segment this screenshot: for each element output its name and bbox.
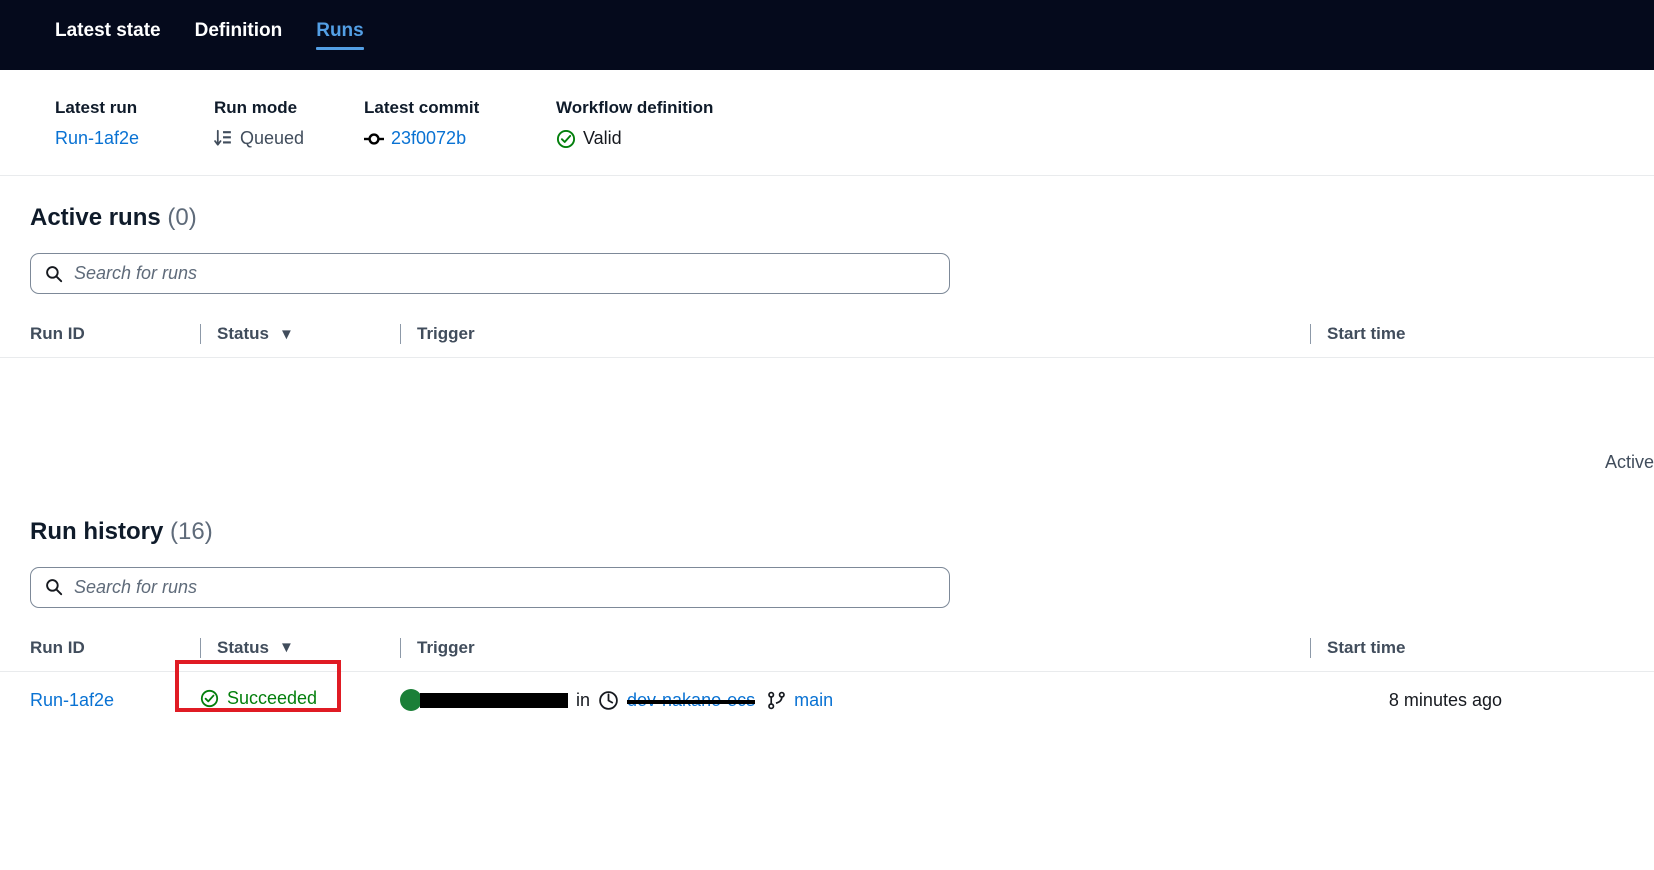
column-divider [200, 637, 201, 658]
run-history-header-row: Run ID Status ▼ Trigger Start time [0, 625, 1654, 672]
run-history-title: Run history (16) [0, 518, 1654, 546]
active-col-trigger-label: Trigger [417, 324, 475, 343]
trigger-in-label: in [576, 689, 591, 710]
summary-latest-run: Latest run Run-1af2e [55, 98, 214, 149]
history-col-start-time-label: Start time [1327, 637, 1406, 657]
run-history-section: Run history (16) Search for runs Run ID [0, 508, 1654, 729]
summary-strip: Latest run Run-1af2e Run mode Queued Lat… [0, 70, 1654, 176]
repo-link-wrapper[interactable]: dev-nakano-ecs [627, 690, 756, 711]
column-divider [200, 324, 201, 344]
row-start-time-cell: 8 minutes ago [1310, 671, 1654, 729]
history-col-trigger[interactable]: Trigger [400, 625, 1310, 672]
workflow-definition-value: Valid [583, 128, 622, 148]
active-col-status-label: Status [217, 324, 269, 343]
status-label: Succeeded [227, 687, 318, 708]
column-divider [400, 637, 401, 658]
summary-latest-commit-label: Latest commit [364, 98, 480, 117]
active-col-status[interactable]: Status ▼ [200, 312, 400, 358]
active-col-trigger[interactable]: Trigger [400, 312, 1310, 358]
active-col-run-id[interactable]: Run ID [0, 312, 200, 358]
history-col-status-label: Status [217, 637, 269, 657]
repository-icon [598, 690, 619, 711]
summary-workflow-definition: Workflow definition Valid [556, 98, 816, 149]
row-trigger-cell: in dev-nakano-ecs [400, 671, 1310, 729]
active-runs-title-text: Active runs [30, 204, 161, 231]
search-icon [45, 578, 63, 596]
column-divider [400, 324, 401, 344]
summary-latest-commit: Latest commit 23f0072b [364, 98, 556, 149]
history-col-run-id[interactable]: Run ID [0, 625, 200, 672]
sort-descending-icon[interactable]: ▼ [279, 327, 294, 342]
status-badge: Succeeded [200, 688, 317, 709]
check-circle-icon [556, 129, 576, 149]
branch-icon [767, 691, 786, 710]
active-runs-header-row: Run ID Status ▼ Trigger Start time [0, 312, 1654, 358]
redacted-repo-name [627, 700, 756, 704]
active-runs-title: Active runs (0) [0, 204, 1654, 232]
row-run-id-link[interactable]: Run-1af2e [30, 690, 114, 710]
history-col-status[interactable]: Status ▼ [200, 625, 400, 672]
tab-runs[interactable]: Runs [316, 0, 364, 56]
search-icon [45, 265, 63, 283]
avatar [400, 689, 422, 711]
run-history-title-text: Run history [30, 517, 164, 545]
summary-run-mode: Run mode Queued [214, 98, 364, 149]
run-mode-value: Queued [240, 128, 305, 148]
trigger-branch-link[interactable]: main [794, 690, 833, 711]
summary-latest-run-label: Latest run [55, 98, 138, 117]
table-row[interactable]: Run-1af2e Succeeded in main 8 minutes ag… [0, 659, 1654, 729]
active-runs-count: (0) [167, 204, 197, 231]
run-history-search-placeholder: Search for runs [74, 576, 198, 597]
active-runs-search-input[interactable]: Search for runs [30, 253, 950, 294]
sort-descending-icon[interactable]: ▼ [279, 640, 294, 655]
row-start-time: 8 minutes ago [1388, 689, 1502, 710]
active-runs-section: Active runs (0) Search for runs Run ID S… [0, 176, 1654, 508]
check-circle-icon [200, 689, 219, 708]
active-runs-search-placeholder: Search for runs [74, 263, 198, 283]
latest-run-link[interactable]: Run-1af2e [55, 128, 139, 149]
redacted-username [420, 692, 568, 708]
summary-workflow-definition-label: Workflow definition [556, 98, 714, 117]
run-history-count: (16) [170, 517, 213, 545]
active-col-start-time[interactable]: Start time [1310, 312, 1654, 358]
tab-definition[interactable]: Definition [195, 0, 283, 56]
summary-run-mode-label: Run mode [214, 98, 298, 117]
active-runs-table: Run ID Status ▼ Trigger Start time Activ… [0, 312, 1654, 508]
run-history-search-input[interactable]: Search for runs [30, 566, 950, 608]
active-col-start-time-label: Start time [1327, 324, 1406, 343]
run-history-table: Run ID Status ▼ Trigger Start time Run-1… [0, 625, 1654, 729]
column-divider [1310, 324, 1311, 344]
active-runs-empty-text: Active [1604, 452, 1654, 473]
row-run-id-cell: Run-1af2e [0, 671, 200, 729]
history-col-trigger-label: Trigger [417, 637, 475, 657]
git-commit-icon [364, 131, 384, 147]
active-col-run-id-label: Run ID [30, 324, 85, 343]
row-status-cell: Succeeded [175, 659, 400, 729]
latest-commit-link[interactable]: 23f0072b [391, 128, 466, 149]
history-col-run-id-label: Run ID [30, 637, 85, 657]
main-tab-bar: Latest state Definition Runs [0, 0, 1654, 70]
queue-icon [214, 129, 233, 148]
column-divider [1310, 637, 1311, 658]
history-col-start-time[interactable]: Start time [1310, 625, 1654, 672]
active-runs-empty-row: Active [0, 358, 1654, 508]
tab-latest-state[interactable]: Latest state [55, 0, 161, 56]
